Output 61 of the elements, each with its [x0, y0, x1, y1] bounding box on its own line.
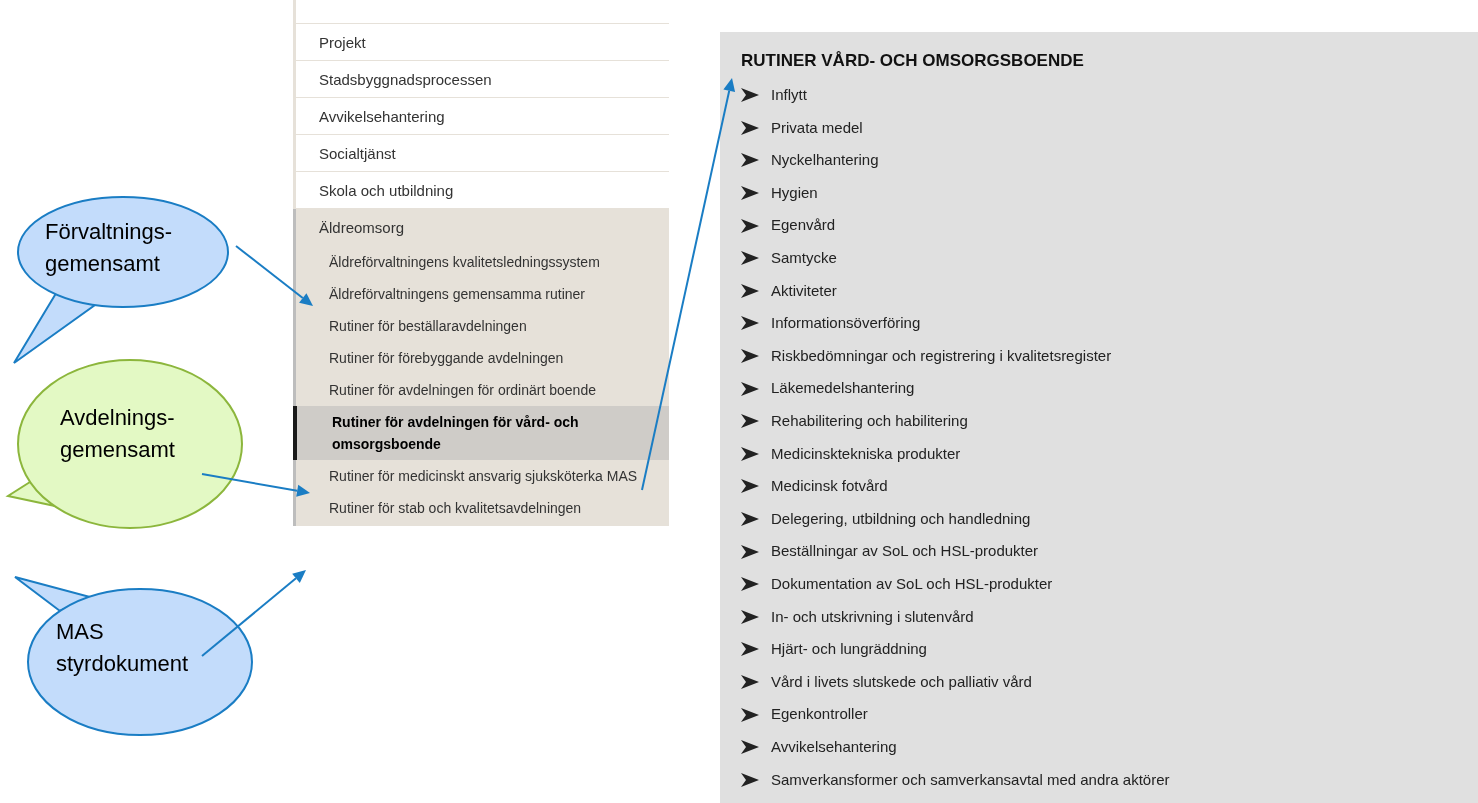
routine-link[interactable]: Aktiviteter: [771, 279, 837, 303]
arrowhead-bullet-icon: [741, 88, 759, 103]
submenu-link[interactable]: Rutiner för avdelningen för ordinärt boende: [293, 374, 669, 406]
menu-link[interactable]: Äldreomsorg: [296, 209, 669, 246]
routine-link[interactable]: Egenkontroller: [771, 703, 868, 726]
routine-link[interactable]: Privata medel: [771, 116, 863, 140]
submenu-link[interactable]: Äldreförvaltningens kvalitetsledningssystem: [293, 246, 669, 278]
arrowhead-bullet-icon: [741, 772, 759, 787]
routine-link[interactable]: Delegering, utbildning och handledning: [771, 507, 1031, 531]
menu-link[interactable]: Avvikelsehantering: [293, 98, 669, 135]
submenu-link[interactable]: Rutiner för förebyggande avdelningen: [293, 342, 669, 374]
callout-text: MAS styrdokument: [56, 618, 189, 678]
submenu-link[interactable]: Äldreförvaltningens gemensamma rutiner: [293, 278, 669, 310]
arrowhead-bullet-icon: [741, 316, 759, 331]
submenu-link[interactable]: Rutiner för beställaravdelningen: [293, 310, 669, 342]
routine-link[interactable]: Samtycke: [771, 247, 837, 270]
routine-link[interactable]: Beställningar av SoL och HSL-produkter: [771, 540, 1039, 563]
arrowhead-bullet-icon: [741, 740, 759, 755]
arrowhead-bullet-icon: [741, 251, 759, 266]
arrowhead-bullet-icon: [741, 577, 759, 592]
arrowhead-bullet-icon: [741, 186, 759, 201]
arrowhead-bullet-icon: [741, 707, 759, 722]
arrowhead-bullet-icon: [741, 479, 759, 494]
submenu-link[interactable]: Rutiner för avdelningen för vård- och omsorgsboende: [293, 406, 669, 460]
arrowhead-bullet-icon: [741, 153, 759, 168]
submenu-link[interactable]: Rutiner för medicinskt ansvarig sjuksköterka MAS: [293, 460, 669, 492]
arrowhead-bullet-icon: [741, 642, 759, 657]
routine-link[interactable]: Vård i livets slutskede och palliativ vård: [771, 670, 1032, 694]
routine-link[interactable]: Informationsöverföring: [771, 312, 921, 335]
routine-link[interactable]: Medicinsktekniska produkter: [771, 442, 961, 466]
routine-link[interactable]: In- och utskrivning i slutenvård: [771, 605, 974, 629]
arrowhead-bullet-icon: [741, 544, 759, 559]
routine-link[interactable]: Dokumentation av SoL och HSL-produkter: [771, 572, 1053, 596]
routine-link[interactable]: Riskbedömningar och registrering i kvalitetsregister: [771, 344, 1112, 368]
arrowhead-bullet-icon: [741, 120, 759, 135]
panel-title: RUTINER VÅRD- OCH OMSORGSBOENDE: [741, 51, 1085, 71]
arrowhead-bullet-icon: [741, 446, 759, 461]
routine-link[interactable]: Nyckelhantering: [771, 149, 879, 172]
arrowhead-bullet-icon: [741, 349, 759, 364]
menu-link[interactable]: Stadsbyggnadsprocessen: [293, 61, 669, 98]
arrowhead-bullet-icon: [741, 512, 759, 526]
routine-link[interactable]: Inflytt: [771, 84, 807, 107]
routine-link[interactable]: Hygien: [771, 181, 818, 205]
arrowhead-bullet-icon: [741, 675, 759, 689]
arrowhead-bullet-icon: [741, 283, 759, 298]
routine-link[interactable]: Medicinsk fotvård: [771, 475, 888, 498]
routine-link[interactable]: Hjärt- och lungräddning: [771, 638, 927, 661]
arrowhead-bullet-icon: [741, 381, 759, 396]
routine-link[interactable]: Läkemedelshantering: [771, 377, 915, 400]
arrowhead-bullet-icon: [741, 609, 759, 624]
arrowhead-bullet-icon: [741, 414, 759, 429]
routine-link[interactable]: Egenvård: [771, 214, 836, 237]
arrowhead-bullet-icon: [741, 218, 759, 233]
routine-link[interactable]: Avvikelsehantering: [771, 735, 897, 759]
menu-link[interactable]: Projekt: [293, 24, 669, 61]
routine-link[interactable]: Rehabilitering och habilitering: [771, 410, 968, 433]
routine-link[interactable]: Samverkansformer och samverkansavtal med andra aktörer: [771, 768, 1170, 791]
callout-text: Förvaltnings- gemensamt: [45, 218, 173, 278]
submenu-link[interactable]: Rutiner för stab och kvalitetsavdelningen: [293, 492, 669, 524]
callout-text: Avdelnings- gemensamt: [60, 404, 175, 464]
menu-link[interactable]: Socialtjänst: [293, 135, 669, 172]
